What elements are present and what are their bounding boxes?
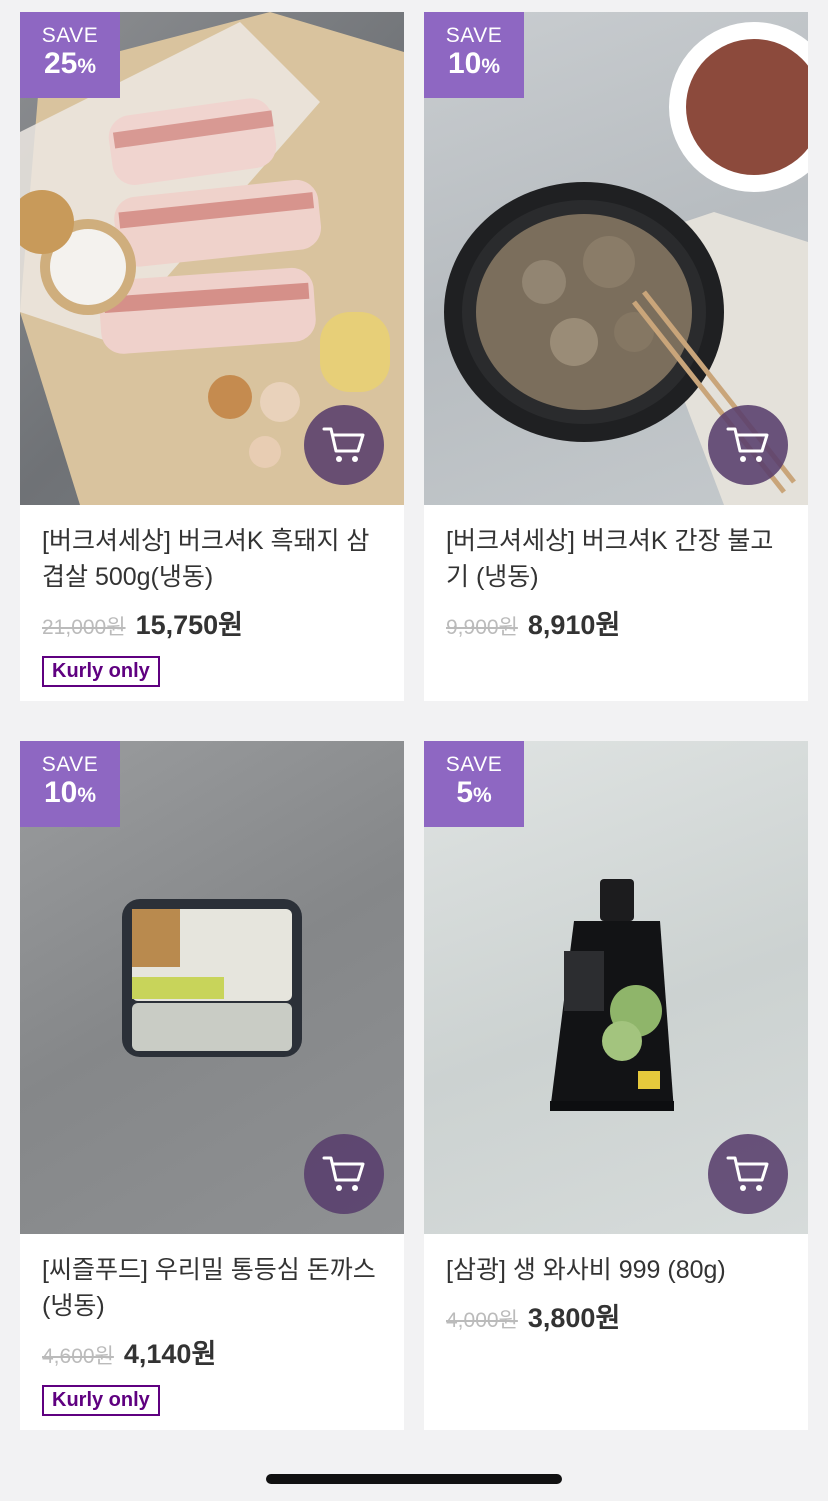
- product-card[interactable]: SAVE 10% [버크셔세상] 버크셔K 간장 불고기 (냉동) 9,900원…: [424, 12, 808, 701]
- add-to-cart-button[interactable]: [304, 405, 384, 485]
- product-card[interactable]: SAVE 25% [버크셔세상] 버크셔K 흑돼지 삼겹살 500g(냉동) 2…: [20, 12, 404, 701]
- product-name[interactable]: [버크셔세상] 버크셔K 간장 불고기 (냉동): [446, 523, 786, 595]
- kurly-only-tag: Kurly only: [42, 656, 160, 687]
- add-to-cart-button[interactable]: [708, 405, 788, 485]
- cart-icon: [322, 1156, 365, 1191]
- sale-price: 15,750원: [135, 610, 243, 640]
- product-grid: SAVE 25% [버크셔세상] 버크셔K 흑돼지 삼겹살 500g(냉동) 2…: [20, 12, 808, 1430]
- discount-unit: %: [481, 55, 501, 78]
- cart-icon: [726, 1156, 769, 1191]
- original-price: 9,900원: [446, 616, 518, 639]
- product-image[interactable]: SAVE 5%: [424, 741, 808, 1234]
- discount-rate: 25: [43, 47, 78, 80]
- add-to-cart-button[interactable]: [708, 1134, 788, 1214]
- discount-badge: SAVE 5%: [424, 741, 524, 827]
- product-name[interactable]: [씨즐푸드] 우리밀 통등심 돈까스 (냉동): [42, 1252, 382, 1324]
- discount-rate: 10: [447, 47, 482, 80]
- discount-unit: %: [77, 55, 97, 78]
- sale-price: 3,800원: [527, 1303, 621, 1333]
- save-label: SAVE: [445, 753, 503, 776]
- discount-unit: %: [77, 784, 97, 807]
- discount-badge: SAVE 10%: [20, 741, 120, 827]
- sale-price: 8,910원: [527, 610, 621, 640]
- save-label: SAVE: [41, 24, 99, 47]
- save-label: SAVE: [41, 753, 99, 776]
- sale-price: 4,140원: [123, 1339, 217, 1369]
- product-image[interactable]: SAVE 25%: [20, 12, 404, 505]
- cart-icon: [726, 427, 769, 462]
- original-price: 4,600원: [42, 1345, 114, 1368]
- add-to-cart-button[interactable]: [304, 1134, 384, 1214]
- save-label: SAVE: [445, 24, 503, 47]
- discount-unit: %: [473, 784, 492, 807]
- kurly-only-tag: Kurly only: [42, 1385, 160, 1416]
- discount-badge: SAVE 10%: [424, 12, 524, 98]
- product-image[interactable]: SAVE 10%: [424, 12, 808, 505]
- discount-rate: 5: [456, 776, 473, 809]
- product-card[interactable]: SAVE 10% [씨즐푸드] 우리밀 통등심 돈까스 (냉동) 4,600원 …: [20, 741, 404, 1430]
- product-name[interactable]: [버크셔세상] 버크셔K 흑돼지 삼겹살 500g(냉동): [42, 523, 382, 595]
- product-name[interactable]: [삼광] 생 와사비 999 (80g): [446, 1252, 786, 1288]
- cart-icon: [322, 427, 365, 462]
- original-price: 21,000원: [42, 616, 126, 639]
- product-card[interactable]: SAVE 5% [삼광] 생 와사비 999 (80g) 4,000원 3,80…: [424, 741, 808, 1430]
- original-price: 4,000원: [446, 1309, 518, 1332]
- discount-rate: 10: [43, 776, 78, 809]
- discount-badge: SAVE 25%: [20, 12, 120, 98]
- home-indicator[interactable]: [266, 1474, 562, 1484]
- product-image[interactable]: SAVE 10%: [20, 741, 404, 1234]
